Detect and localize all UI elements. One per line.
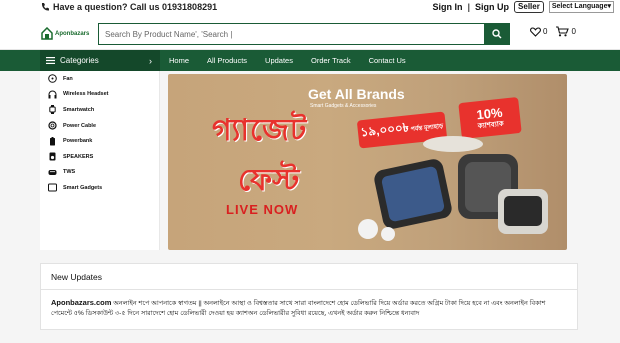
- cable-icon: [48, 121, 57, 130]
- sign-up-link[interactable]: Sign Up: [475, 2, 509, 12]
- wishlist-count: 0: [543, 27, 548, 36]
- sidebar-item-label: Wireless Headset: [63, 91, 109, 98]
- sidebar-item-label: Fan: [63, 75, 73, 82]
- banner-subtitle: Smart Gadgets & Accessories: [310, 103, 377, 109]
- updates-body: Aponbazars.com অনলাইন শপে আপনাকে স্বাগতম…: [40, 290, 578, 330]
- fan-icon: [48, 74, 57, 84]
- sidebar-item-label: SPEAKERS: [63, 153, 94, 160]
- battery-icon: [48, 136, 57, 146]
- heart-icon: [530, 26, 541, 37]
- separator: |: [467, 2, 471, 12]
- seller-button[interactable]: Seller: [514, 1, 544, 13]
- top-bar: Have a question? Call us 01931808291 Sig…: [0, 0, 620, 17]
- cashback-badge: 10% ক্যাশব্যাক: [458, 96, 522, 140]
- banner-live-now: LIVE NOW: [226, 202, 299, 217]
- search-button[interactable]: [484, 23, 510, 45]
- nav-home[interactable]: Home: [160, 50, 198, 71]
- banner-fest-line1: গ্যাজেট: [212, 114, 308, 147]
- phone-icon: [41, 3, 49, 11]
- wishlist-button[interactable]: 0: [530, 26, 548, 37]
- earbuds-icon: [48, 168, 57, 177]
- help-line: Have a question? Call us 01931808291: [40, 2, 217, 12]
- search-icon: [492, 29, 502, 39]
- sidebar-item-smartwatch[interactable]: Smartwatch: [40, 102, 159, 118]
- categories-label: Categories: [60, 56, 99, 65]
- sidebar-item-tws[interactable]: TWS: [40, 165, 159, 181]
- cart-count: 0: [571, 27, 576, 36]
- nav-order-track[interactable]: Order Track: [302, 50, 360, 71]
- logo-text: Aponbazars: [55, 30, 90, 37]
- chevron-right-icon: ›: [149, 55, 152, 66]
- sidebar-item-power-cable[interactable]: Power Cable: [40, 118, 159, 134]
- nav-all-products[interactable]: All Products: [198, 50, 256, 71]
- watch-icon: [48, 105, 57, 115]
- main-nav: Categories › Home All Products Updates O…: [0, 50, 620, 71]
- sidebar-item-label: TWS: [63, 169, 76, 176]
- logo[interactable]: Aponbazars: [41, 27, 89, 40]
- chevron-down-icon: ▾: [607, 3, 611, 10]
- header: Aponbazars 0 0: [0, 17, 620, 50]
- cart-button[interactable]: 0: [555, 26, 576, 37]
- headset-icon: [48, 90, 57, 99]
- search-input[interactable]: [98, 23, 484, 45]
- speaker-icon: [48, 152, 57, 161]
- sidebar-item-speakers[interactable]: SPEAKERS: [40, 149, 159, 165]
- nav-contact-us[interactable]: Contact Us: [360, 50, 415, 71]
- nav-updates[interactable]: Updates: [256, 50, 302, 71]
- cashback-label: ক্যাশব্যাক: [477, 120, 505, 130]
- promo-banner[interactable]: Get All Brands Smart Gadgets & Accessori…: [168, 74, 567, 250]
- sidebar-item-fan[interactable]: Fan: [40, 71, 159, 87]
- updates-heading: New Updates: [40, 263, 578, 290]
- sidebar-item-label: Power Cable: [63, 122, 97, 129]
- sidebar-item-label: Smartwatch: [63, 106, 95, 113]
- gadgets-illustration: [358, 136, 548, 241]
- banner-title: Get All Brands: [308, 86, 405, 102]
- sidebar-item-smart-gadgets[interactable]: Smart Gadgets: [40, 180, 159, 196]
- language-select[interactable]: Select Language▾: [548, 1, 614, 13]
- updates-site-name: Aponbazars.com: [51, 298, 112, 307]
- banner-fest-line2: ফেস্ট: [238, 164, 300, 197]
- cart-icon: [556, 26, 570, 37]
- gadget-icon: [48, 183, 57, 192]
- help-text: Have a question? Call us 01931808291: [53, 2, 218, 12]
- sidebar-item-powerbank[interactable]: Powerbank: [40, 133, 159, 149]
- categories-button[interactable]: Categories ›: [40, 50, 160, 71]
- sign-in-link[interactable]: Sign In: [433, 2, 463, 12]
- sidebar-item-wireless-headset[interactable]: Wireless Headset: [40, 87, 159, 103]
- logo-house-icon: [41, 27, 53, 40]
- search-bar: [98, 23, 510, 45]
- sidebar-item-label: Powerbank: [63, 138, 93, 145]
- sidebar-item-label: Smart Gadgets: [63, 184, 103, 191]
- discount-suffix: পর্যন্ত মূল্যছাড়: [410, 123, 444, 133]
- category-sidebar: Fan Wireless Headset Smartwatch Power Ca…: [40, 71, 160, 250]
- menu-icon: [46, 57, 55, 64]
- updates-text: অনলাইন শপে আপনাকে স্বাগতম || অনলাইনে আস্…: [51, 300, 546, 317]
- language-select-label: Select Language: [551, 3, 608, 10]
